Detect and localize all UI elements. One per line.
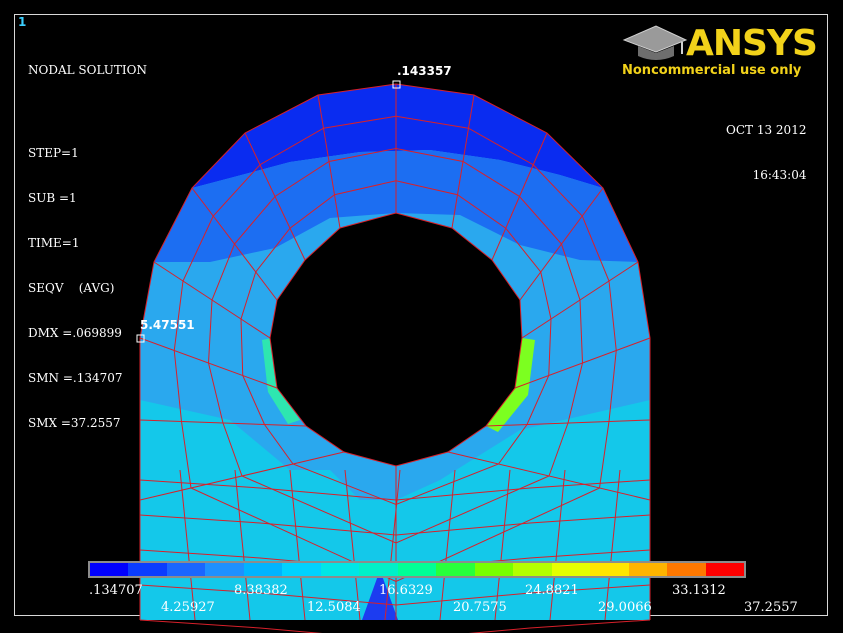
dmx-value: DMX =.069899 bbox=[28, 326, 122, 340]
legend-color-cell bbox=[667, 563, 706, 576]
solution-info-block: NODAL SOLUTION STEP=1 SUB =1 TIME=1 SEQV… bbox=[28, 33, 147, 461]
legend-color-cell bbox=[166, 563, 206, 576]
legend-color-cell bbox=[513, 563, 552, 576]
legend-color-cell bbox=[397, 563, 437, 576]
legend-color-cell bbox=[282, 563, 321, 576]
legend-label: 12.5084 bbox=[307, 600, 361, 615]
solution-title: NODAL SOLUTION bbox=[28, 63, 147, 77]
ansys-logo: ANSYS Noncommercial use only bbox=[618, 18, 818, 84]
logo-subtitle: Noncommercial use only bbox=[622, 63, 802, 78]
legend-label: 29.0066 bbox=[598, 600, 652, 615]
min-probe-label: 5.47551 bbox=[140, 318, 195, 332]
timestamp-date: OCT 13 2012 bbox=[726, 123, 807, 137]
timestamp: OCT 13 2012 16:43:04 bbox=[726, 93, 806, 213]
timestamp-time: 16:43:04 bbox=[752, 168, 807, 182]
graduation-cap-icon bbox=[622, 25, 688, 60]
smx-value: SMX =37.2557 bbox=[28, 416, 121, 430]
legend-color-cell bbox=[243, 563, 283, 576]
step-value: STEP=1 bbox=[28, 146, 79, 160]
legend-label: 16.6329 bbox=[379, 583, 433, 598]
legend-color-cell bbox=[551, 563, 591, 576]
logo-wordmark: ANSYS bbox=[686, 23, 818, 64]
legend-label: 33.1312 bbox=[672, 583, 726, 598]
legend-color-cell bbox=[128, 563, 167, 576]
ansys-graphics-window: 1 NODAL SOLUTION STEP=1 SUB =1 TIME=1 SE… bbox=[0, 0, 843, 633]
legend-color-cell bbox=[205, 563, 244, 576]
legend-color-cell bbox=[90, 563, 129, 576]
legend-label: 4.25927 bbox=[161, 600, 215, 615]
legend-label: 20.7575 bbox=[453, 600, 507, 615]
seqv-label: SEQV (AVG) bbox=[28, 281, 115, 295]
legend-color-cell bbox=[628, 563, 668, 576]
legend-color-cell bbox=[705, 563, 744, 576]
contour-legend-bar bbox=[88, 561, 746, 578]
sub-value: SUB =1 bbox=[28, 191, 77, 205]
legend-label: .134707 bbox=[89, 583, 143, 598]
max-probe-label: .143357 bbox=[397, 64, 452, 78]
smn-value: SMN =.134707 bbox=[28, 371, 123, 385]
legend-label: 37.2557 bbox=[744, 600, 798, 615]
time-value: TIME=1 bbox=[28, 236, 80, 250]
legend-color-cell bbox=[436, 563, 475, 576]
window-number: 1 bbox=[18, 15, 27, 29]
legend-color-cell bbox=[590, 563, 629, 576]
legend-label: 24.8821 bbox=[525, 583, 579, 598]
legend-color-cell bbox=[474, 563, 514, 576]
legend-color-cell bbox=[320, 563, 360, 576]
mesh-line bbox=[139, 619, 651, 633]
legend-label: 8.38382 bbox=[234, 583, 288, 598]
legend-color-cell bbox=[359, 563, 398, 576]
